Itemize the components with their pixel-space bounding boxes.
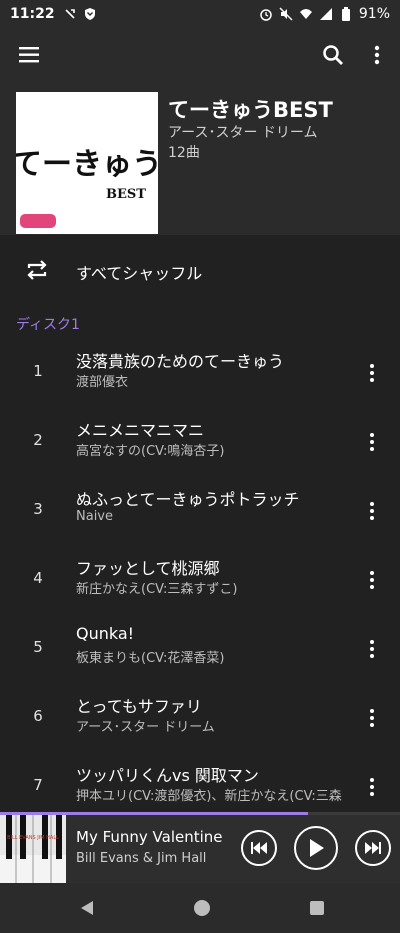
track-more-icon[interactable] [362,427,382,457]
track-artist: Naive [76,509,113,524]
next-button[interactable] [355,830,391,866]
track-title: メニメニマニマニ [76,421,205,440]
track-row[interactable]: 5 Qunka! 板東まりも(CV:花澤香菜) [0,616,400,685]
menu-icon[interactable] [14,41,44,69]
skip-next-icon [365,842,381,854]
track-more-icon[interactable] [362,772,382,802]
track-more-icon[interactable] [362,634,382,664]
album-title: てーきゅうBEST [168,98,333,122]
album-cover: てーきゅう BEST [16,92,158,234]
home-icon[interactable] [193,899,211,921]
album-artist: アース･スター ドリーム [168,125,318,141]
track-more-icon[interactable] [362,703,382,733]
cover-best-text: BEST [106,187,146,202]
track-number: 4 [33,569,43,587]
track-number: 6 [33,707,43,725]
track-title: ツッパリくんvs 関取マン [76,766,259,785]
album-track-count: 12曲 [168,145,200,161]
alarm-icon [259,7,273,21]
track-number: 7 [33,776,43,794]
shuffle-all-button[interactable]: すべてシャッフル [0,244,400,296]
track-more-icon[interactable] [362,565,382,595]
cover-title-text: てーきゅう [16,147,158,182]
album-header: てーきゅう BEST てーきゅうBEST アース･スター ドリーム 12曲 [0,82,400,235]
track-more-icon[interactable] [362,358,382,388]
track-title: 没落貴族のためのてーきゅう [76,352,285,371]
track-more-icon[interactable] [362,496,382,526]
signal-icon [319,7,333,21]
track-title: とってもサファリ [76,697,202,716]
track-number: 2 [33,431,43,449]
play-button[interactable] [294,826,338,870]
track-title: ぬふっとてーきゅうポトラッチ [76,490,300,509]
status-bar: 11:22 91% [0,0,400,28]
status-time: 11:22 [10,6,55,22]
disc-label: ディスク1 [16,317,80,333]
thumbnail-text: BILL EVANS JIM HALL [7,835,59,841]
shuffle-all-label: すべてシャッフル [76,264,203,283]
track-row[interactable]: 1 没落貴族のためのてーきゅう 渡部優衣 [0,340,400,409]
track-title: ファッとして桃源郷 [76,559,220,578]
shuffle-icon [24,258,50,282]
track-row[interactable]: 2 メニメニマニマニ 高宮なすの(CV:鳴海杏子) [0,409,400,478]
track-row[interactable]: 7 ツッパリくんvs 関取マン 押本ユリ(CV:渡部優衣)、新庄かなえ(CV:三… [0,754,400,812]
now-playing-artist: Bill Evans & Jim Hall [76,851,207,866]
track-row[interactable]: 6 とってもサファリ アース･スター ドリーム [0,685,400,754]
track-artist: 押本ユリ(CV:渡部優衣)、新庄かなえ(CV:三森 [76,789,342,804]
track-artist: 高宮なすの(CV:鳴海杏子) [76,444,225,459]
track-artist: アース･スター ドリーム [76,720,215,735]
now-playing-thumbnail: BILL EVANS JIM HALL [0,815,66,883]
back-icon[interactable] [78,899,96,921]
more-options-icon[interactable] [362,40,392,70]
track-number: 1 [33,362,43,380]
battery-icon [339,7,353,21]
previous-button[interactable] [241,830,277,866]
app-bar [0,28,400,82]
wifi-icon [299,7,313,21]
mute-icon [279,7,293,21]
skip-previous-icon [251,842,267,854]
system-nav-bar [0,883,400,933]
recents-icon[interactable] [309,900,325,920]
call-forward-icon [63,7,77,21]
battery-percent: 91% [358,6,390,22]
track-number: 5 [33,638,43,656]
track-artist: 渡部優衣 [76,375,129,390]
track-title: Qunka! [76,624,135,643]
track-row[interactable]: 3 ぬふっとてーきゅうポトラッチ Naive [0,478,400,547]
now-playing-title: My Funny Valentine [76,828,223,846]
track-artist: 板東まりも(CV:花澤香菜) [76,651,225,666]
track-artist: 新庄かなえ(CV:三森すずこ) [76,582,238,597]
play-icon [310,839,324,857]
shield-icon [83,7,97,21]
track-number: 3 [33,500,43,518]
search-icon[interactable] [318,40,348,70]
mini-player[interactable]: BILL EVANS JIM HALL My Funny Valentine B… [0,815,400,883]
track-row[interactable]: 4 ファッとして桃源郷 新庄かなえ(CV:三森すずこ) [0,547,400,616]
